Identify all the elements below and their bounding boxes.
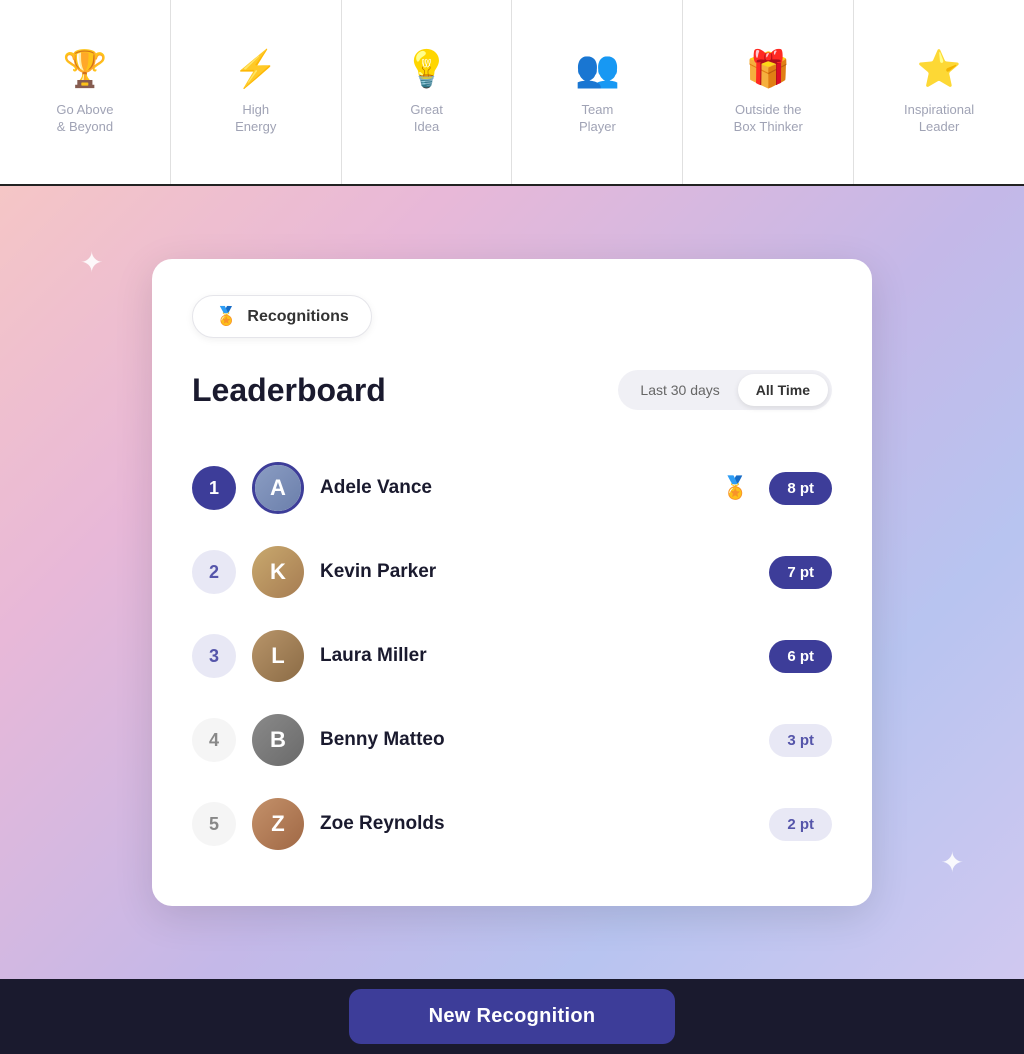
avatar-initials-3: L	[252, 630, 304, 682]
avatar-4: B	[252, 714, 304, 766]
person-name-3: Laura Miller	[320, 645, 753, 667]
outside-box-icon: 🎁	[746, 48, 791, 90]
badge-card-outside-box[interactable]: 🎁 Outside theBox Thinker	[683, 0, 854, 184]
filter-last30[interactable]: Last 30 days	[622, 374, 737, 406]
medal-icon: 🏅	[215, 306, 237, 327]
avatar-3: L	[252, 630, 304, 682]
leaderboard-list: 1 A Adele Vance 🏅 8 pt 2 K Kevin Parker …	[192, 446, 832, 866]
person-name-1: Adele Vance	[320, 477, 706, 499]
go-above-beyond-icon: 🏆	[63, 48, 108, 90]
rank-badge-2: 2	[192, 550, 236, 594]
outside-box-label: Outside theBox Thinker	[734, 102, 803, 136]
avatar-initials-2: K	[252, 546, 304, 598]
inspirational-leader-label: InspirationalLeader	[904, 102, 974, 136]
avatar-5: Z	[252, 798, 304, 850]
sparkle-bottom-right: ✦	[941, 846, 964, 879]
rank-badge-3: 3	[192, 634, 236, 678]
high-energy-label: HighEnergy	[235, 102, 276, 136]
points-badge-5: 2 pt	[769, 808, 832, 841]
leaderboard-row-3: 3 L Laura Miller 6 pt	[192, 614, 832, 698]
avatar-initials-5: Z	[252, 798, 304, 850]
badge-card-inspirational-leader[interactable]: ⭐ InspirationalLeader	[854, 0, 1024, 184]
avatar-1: A	[252, 462, 304, 514]
badge-strip: 🏆 Go Above& Beyond ⚡ HighEnergy 💡 GreatI…	[0, 0, 1024, 186]
rank-badge-5: 5	[192, 802, 236, 846]
points-badge-3: 6 pt	[769, 640, 832, 673]
person-name-5: Zoe Reynolds	[320, 813, 753, 835]
filter-alltime[interactable]: All Time	[738, 374, 828, 406]
points-badge-2: 7 pt	[769, 556, 832, 589]
avatar-initials-1: A	[255, 465, 301, 511]
tab-row: 🏅 Recognitions	[192, 295, 832, 338]
leaderboard-row-2: 2 K Kevin Parker 7 pt	[192, 530, 832, 614]
team-player-icon: 👥	[575, 48, 620, 90]
new-recognition-button[interactable]: New Recognition	[349, 989, 676, 1044]
inspirational-leader-icon: ⭐	[917, 48, 962, 90]
avatar-initials-4: B	[252, 714, 304, 766]
leaderboard-header: Leaderboard Last 30 daysAll Time	[192, 370, 832, 410]
points-badge-4: 3 pt	[769, 724, 832, 757]
trophy-icon: 🏅	[722, 475, 749, 501]
main-card: 🏅 Recognitions Leaderboard Last 30 daysA…	[152, 259, 872, 906]
badge-card-great-idea[interactable]: 💡 GreatIdea	[342, 0, 513, 184]
high-energy-icon: ⚡	[233, 48, 278, 90]
badge-card-high-energy[interactable]: ⚡ HighEnergy	[171, 0, 342, 184]
rank-badge-1: 1	[192, 466, 236, 510]
go-above-beyond-label: Go Above& Beyond	[56, 102, 113, 136]
main-area: ✦ ✦ 🏅 Recognitions Leaderboard Last 30 d…	[0, 186, 1024, 979]
sparkle-top-left: ✦	[80, 246, 103, 279]
points-badge-1: 8 pt	[769, 472, 832, 505]
great-idea-icon: 💡	[404, 48, 449, 90]
leaderboard-row-5: 5 Z Zoe Reynolds 2 pt	[192, 782, 832, 866]
team-player-label: TeamPlayer	[579, 102, 616, 136]
rank-badge-4: 4	[192, 718, 236, 762]
badge-card-go-above-beyond[interactable]: 🏆 Go Above& Beyond	[0, 0, 171, 184]
bottom-bar: New Recognition	[0, 979, 1024, 1054]
great-idea-label: GreatIdea	[410, 102, 443, 136]
leaderboard-row-4: 4 B Benny Matteo 3 pt	[192, 698, 832, 782]
avatar-2: K	[252, 546, 304, 598]
person-name-4: Benny Matteo	[320, 729, 753, 751]
recognitions-tab[interactable]: 🏅 Recognitions	[192, 295, 372, 338]
leaderboard-title: Leaderboard	[192, 372, 386, 409]
badge-card-team-player[interactable]: 👥 TeamPlayer	[512, 0, 683, 184]
person-name-2: Kevin Parker	[320, 561, 753, 583]
tab-label: Recognitions	[247, 308, 348, 326]
leaderboard-row-1: 1 A Adele Vance 🏅 8 pt	[192, 446, 832, 530]
time-filter: Last 30 daysAll Time	[618, 370, 832, 410]
